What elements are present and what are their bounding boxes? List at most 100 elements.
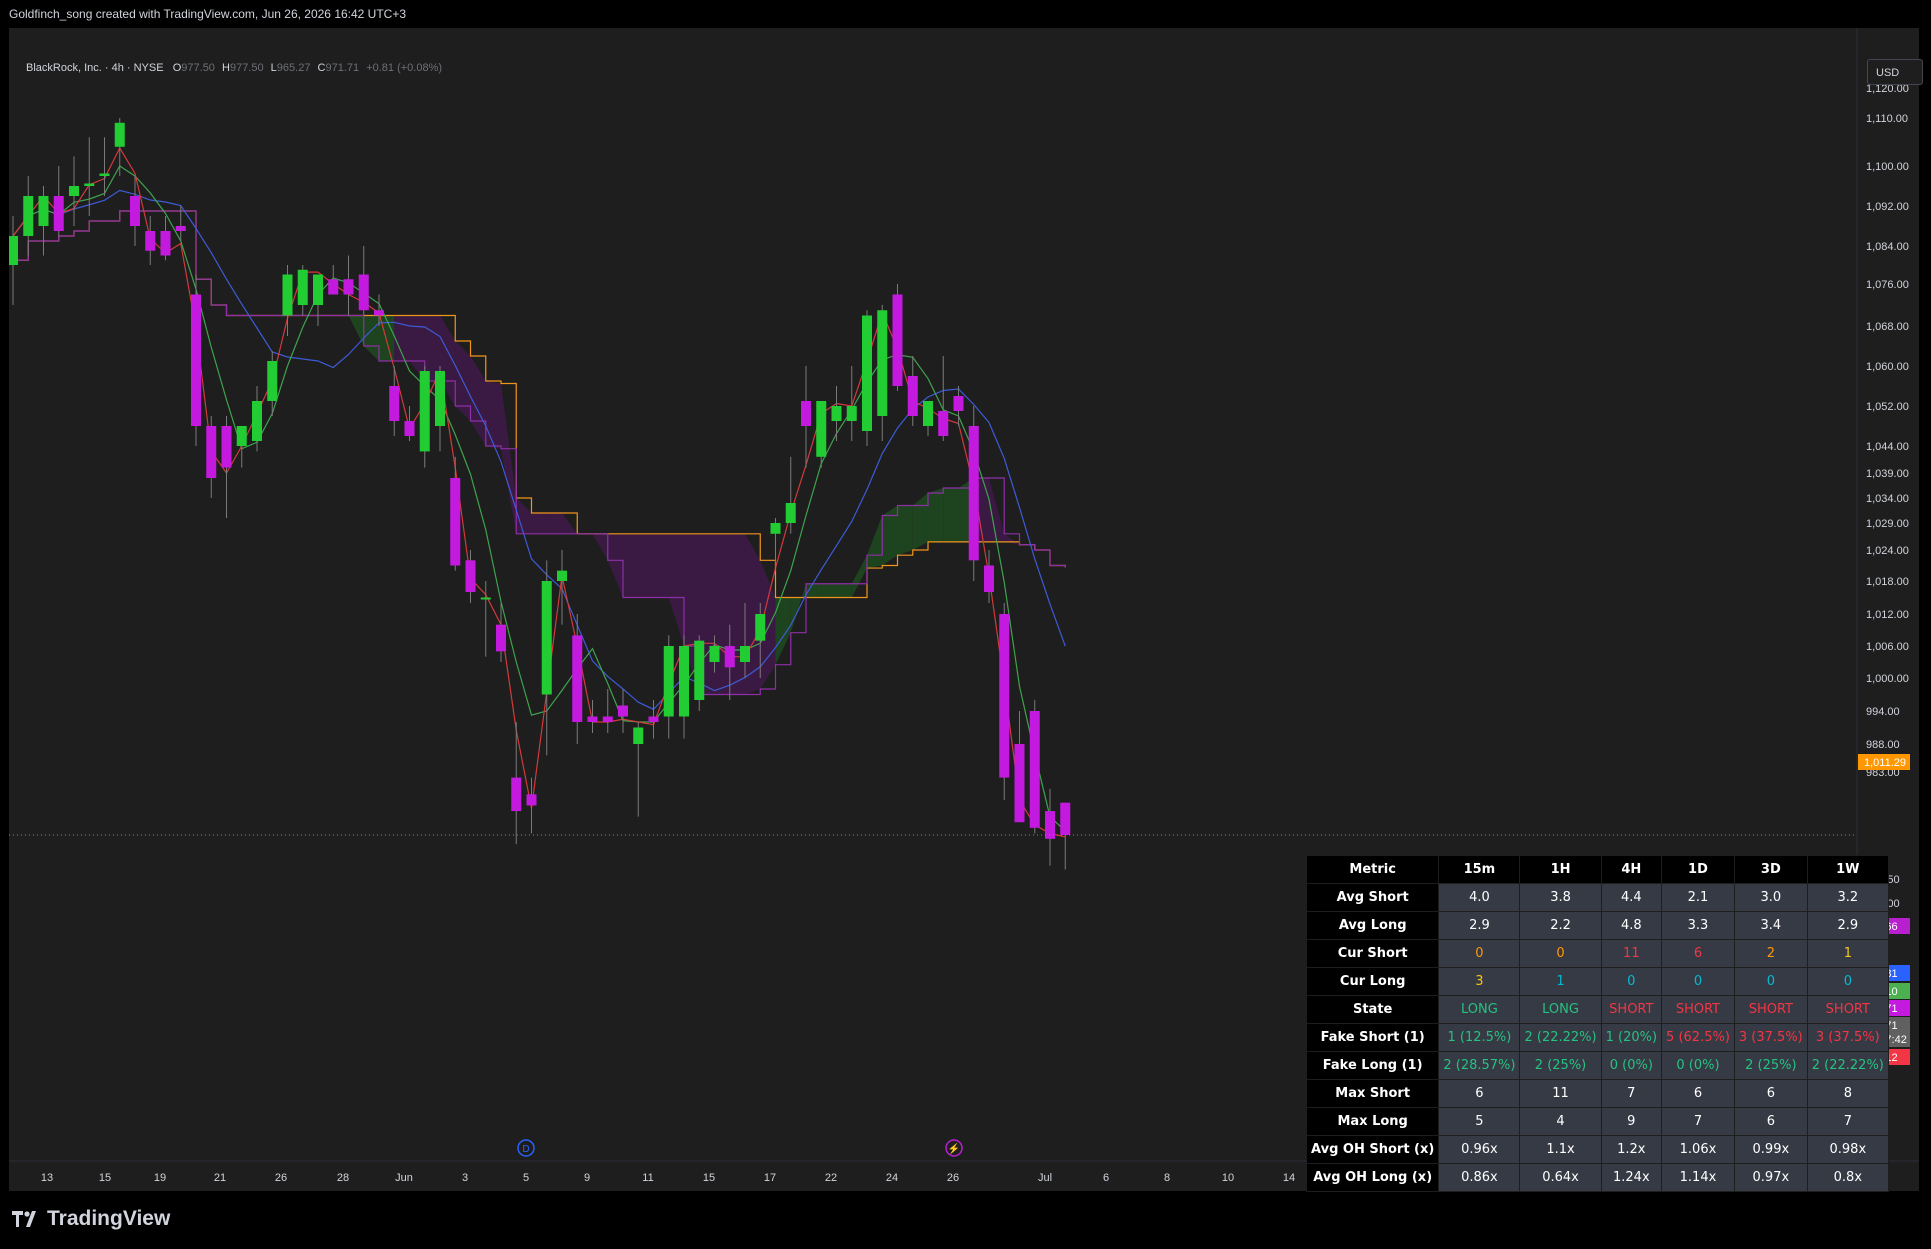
bull-candle[interactable] [709,646,720,662]
time-tick-label: 28 [337,1172,349,1184]
bear-candle[interactable] [648,716,659,723]
bear-candle[interactable] [358,274,369,311]
bear-candle[interactable] [404,421,415,436]
bear-candle[interactable] [191,294,201,427]
bull-candle[interactable] [419,371,430,452]
bear-candle[interactable] [389,386,400,421]
bear-candle[interactable] [511,777,522,812]
metrics-row-label: Fake Short (1) [1305,1023,1440,1052]
bear-candle[interactable] [602,716,613,723]
bear-candle[interactable] [374,310,384,316]
bull-candle[interactable] [679,646,689,717]
bull-candle[interactable] [236,426,247,446]
bear-candle[interactable] [724,646,735,668]
bull-candle[interactable] [99,173,110,177]
bear-candle[interactable] [572,635,583,722]
bear-candle[interactable] [496,624,506,652]
price-tick-label: 1,044.00 [1866,441,1909,453]
bear-candle[interactable] [618,705,628,717]
bull-candle[interactable] [846,406,857,421]
bull-candle[interactable] [282,274,293,316]
bear-candle[interactable] [145,231,156,251]
bull-candle[interactable] [755,614,766,641]
metrics-cell: 7 [1806,1107,1889,1136]
currency-button[interactable]: USD [1867,59,1923,85]
metrics-cell: 8 [1806,1079,1889,1108]
bear-candle[interactable] [175,226,186,231]
metrics-cell: 3.4 [1733,911,1808,940]
bull-candle[interactable] [877,310,888,416]
metrics-cell: 4.0 [1438,883,1521,912]
metrics-header-cell: 4H [1600,855,1663,884]
price-tick-label: 988.00 [1866,739,1900,751]
time-tick-label: Jun [395,1172,413,1184]
bull-candle[interactable] [38,196,49,226]
bull-candle[interactable] [633,727,644,745]
bear-candle[interactable] [953,396,964,411]
bull-candle[interactable] [84,183,95,187]
bull-candle[interactable] [435,371,445,426]
metrics-cell: 1.24x [1600,1163,1663,1192]
bull-candle[interactable] [557,570,567,581]
bull-candle[interactable] [816,401,827,457]
bear-candle[interactable] [938,411,949,436]
bear-candle[interactable] [160,231,171,256]
metrics-cell: 3 (37.5%) [1733,1023,1808,1052]
bear-candle[interactable] [999,614,1010,778]
time-tick-label: 24 [886,1172,898,1184]
metrics-cell: 2 (22.22%) [1806,1051,1889,1080]
bear-candle[interactable] [53,196,64,231]
bull-candle[interactable] [9,236,18,265]
bear-candle[interactable] [892,294,903,387]
metrics-row: Avg Short 4.0 3.8 4.4 2.1 3.0 3.2 [1305,883,1889,912]
bull-candle[interactable] [114,122,125,147]
bull-candle[interactable] [770,523,781,534]
metrics-cell: 0 [1438,939,1521,968]
metrics-cell: LONG [1519,995,1602,1024]
bear-candle[interactable] [1014,744,1025,823]
metrics-cell: 0 [1661,967,1735,996]
bear-candle[interactable] [587,716,598,723]
open-value: 977.50 [181,62,215,74]
time-tick-label: 14 [1283,1172,1295,1184]
bull-candle[interactable] [23,196,34,236]
bull-candle[interactable] [541,581,552,695]
bull-candle[interactable] [252,401,262,441]
symbol-legend[interactable]: BlackRock, Inc. · 4h · NYSE O977.50 H977… [26,62,442,74]
metrics-cell: 0 [1519,939,1602,968]
bull-candle[interactable] [831,406,842,421]
bear-candle[interactable] [450,478,461,566]
cloud-segment [897,505,913,556]
bear-candle[interactable] [328,279,339,295]
bear-candle[interactable] [465,560,476,592]
bear-candle[interactable] [1060,802,1071,835]
bear-candle[interactable] [343,279,354,295]
bull-candle[interactable] [740,646,750,662]
chart-panel[interactable]: 1,120.00 1,110.00 1,100.00 1,092.00 1,084.00… [9,28,1923,1192]
bear-candle[interactable] [526,794,537,806]
metrics-cell: SHORT [1733,995,1808,1024]
bear-candle[interactable] [206,426,217,478]
bear-candle[interactable] [984,565,994,593]
bull-candle[interactable] [297,269,308,305]
bear-candle[interactable] [801,401,811,426]
bull-candle[interactable] [694,640,705,700]
metrics-cell: 4 [1519,1107,1602,1136]
bull-candle[interactable] [69,186,79,196]
bear-candle[interactable] [130,196,140,226]
bull-candle[interactable] [480,597,491,600]
bear-candle[interactable] [968,426,979,561]
bear-candle[interactable] [221,426,232,468]
tradingview-logo[interactable]: TradingView [12,1207,170,1231]
price-tick-label: 1,024.00 [1866,545,1909,557]
bull-candle[interactable] [663,646,674,717]
metrics-cell: 1.06x [1661,1135,1735,1164]
bear-candle[interactable] [1029,711,1040,828]
bull-candle[interactable] [923,401,933,426]
bear-candle[interactable] [907,376,918,416]
metrics-cell: 6 [1661,939,1735,968]
bull-candle[interactable] [313,274,323,306]
bull-candle[interactable] [267,361,278,401]
bull-candle[interactable] [785,503,796,523]
bull-candle[interactable] [862,315,872,432]
